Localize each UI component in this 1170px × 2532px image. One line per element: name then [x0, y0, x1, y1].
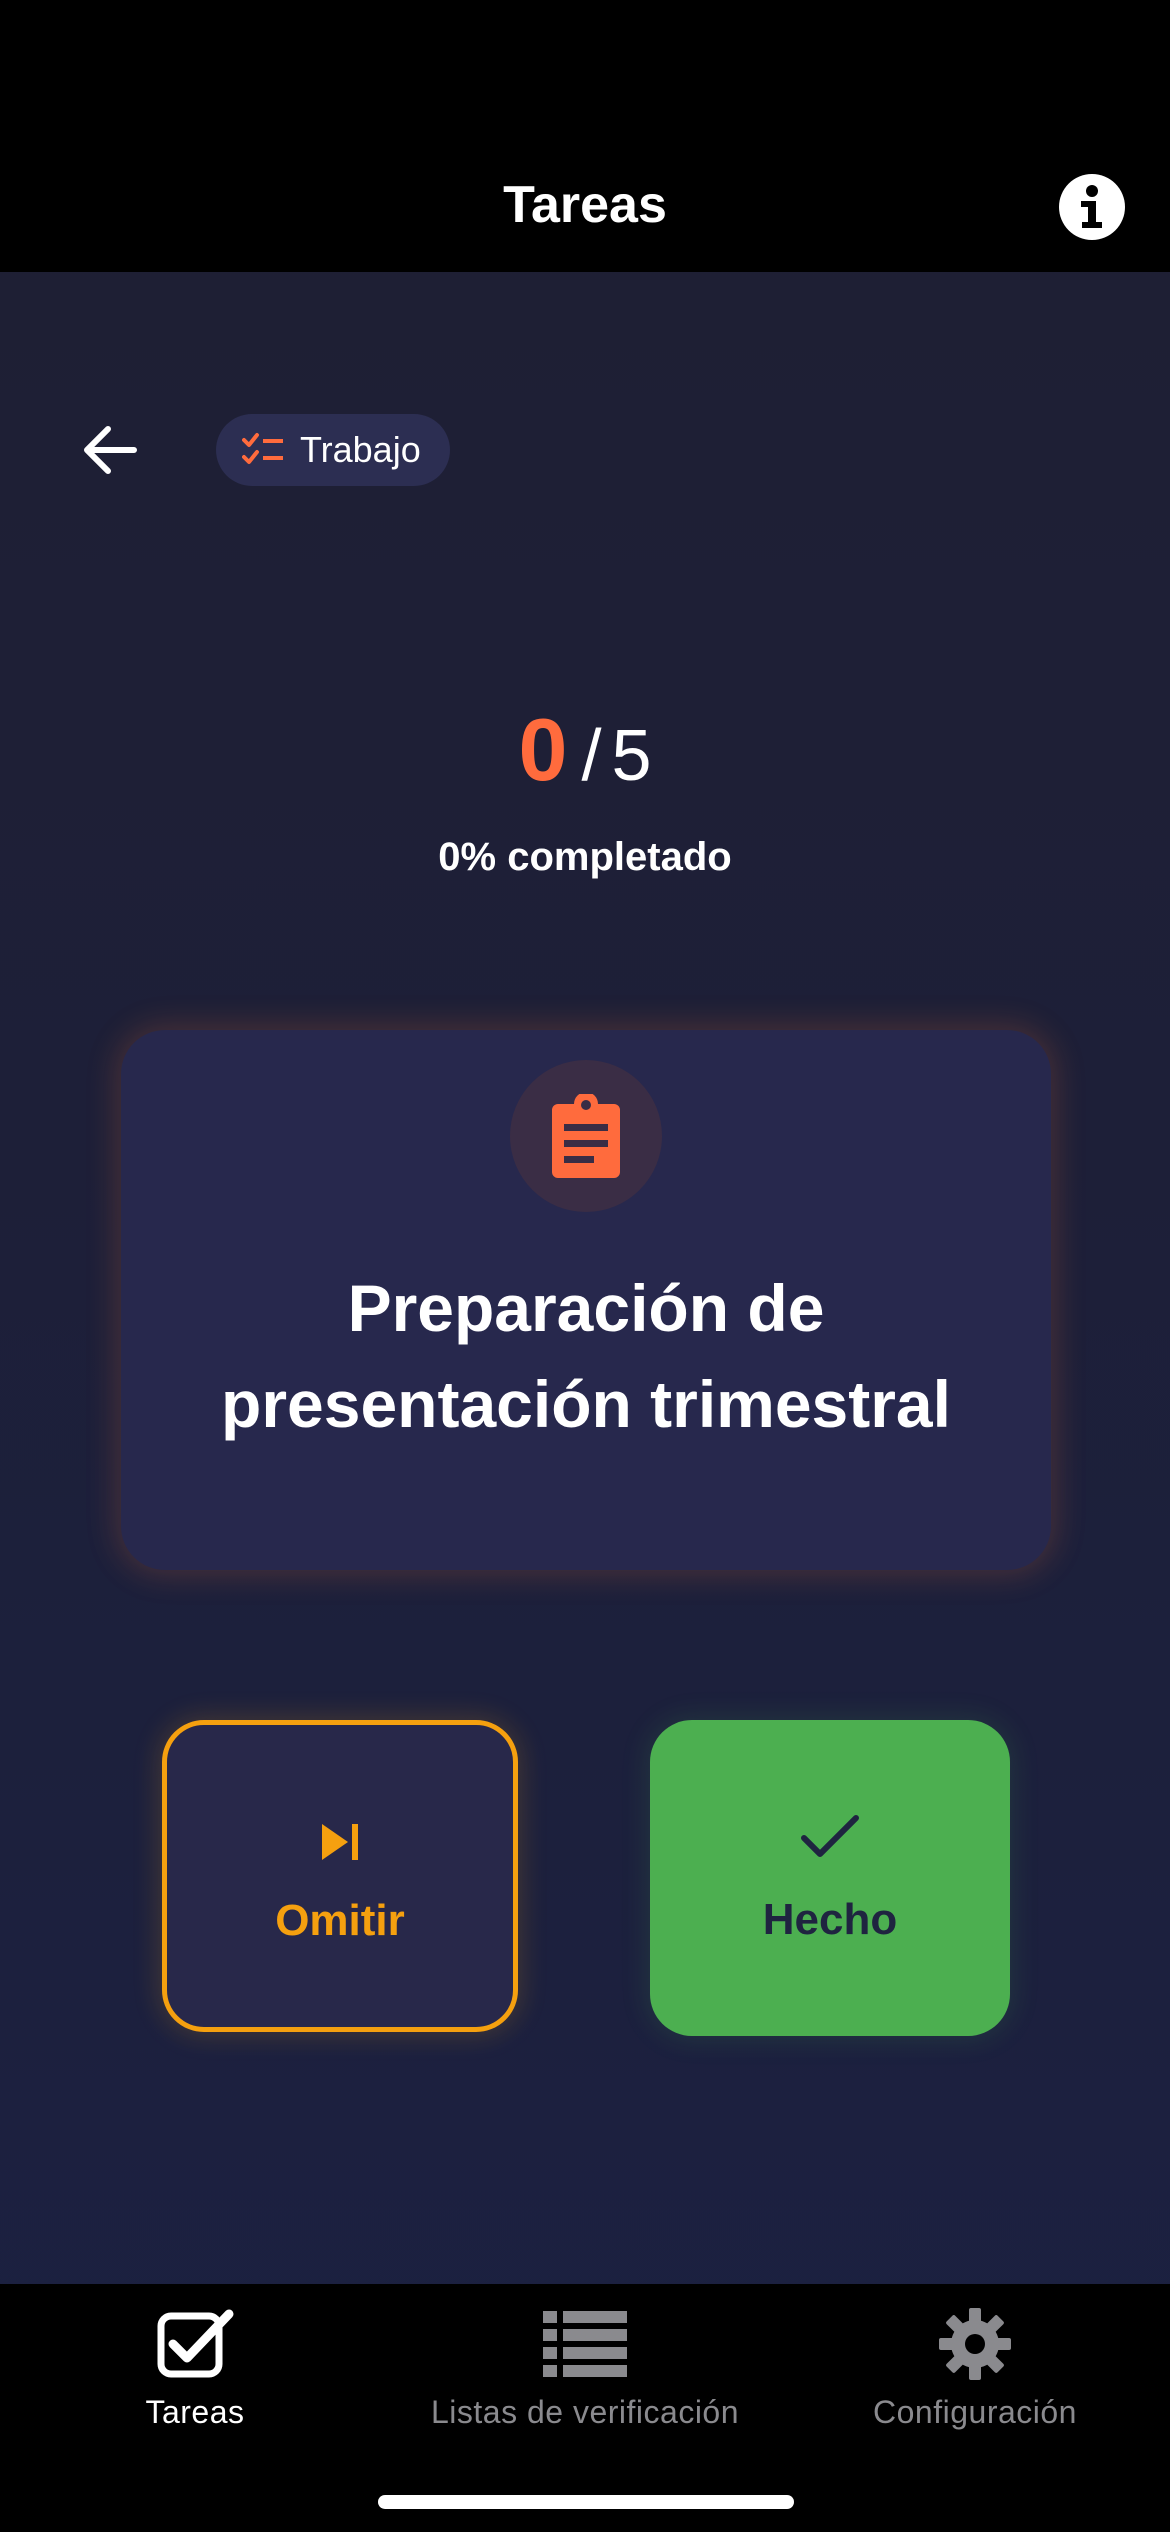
progress-summary: 0/5 0% completado — [0, 700, 1170, 882]
info-icon — [1081, 185, 1102, 228]
skip-label: Omitir — [275, 1896, 405, 1945]
count-separator: / — [581, 716, 602, 796]
home-indicator[interactable] — [378, 2495, 794, 2509]
nav-tab-tareas[interactable]: Tareas — [95, 2304, 295, 2432]
category-label: Trabajo — [300, 429, 421, 470]
task-screen: Tareas Trabajo 0/5 0% completado Prepara… — [0, 0, 1170, 2532]
nav-tab-configuracion[interactable]: Configuración — [845, 2304, 1105, 2432]
skip-next-icon — [167, 1817, 513, 1867]
checkbox-icon — [95, 2304, 295, 2384]
percent-completed: 0% completado — [438, 835, 732, 879]
nav-label-tareas: Tareas — [145, 2394, 245, 2430]
checkmark-icon — [650, 1812, 1010, 1862]
list-icon — [405, 2304, 765, 2384]
clipboard-icon — [552, 1094, 620, 1178]
checklist-icon — [242, 432, 284, 468]
task-title: Preparación de presentación trimestral — [221, 1271, 951, 1441]
progress-count: 0/5 — [0, 700, 1170, 806]
back-button[interactable] — [70, 410, 150, 490]
category-chip[interactable]: Trabajo — [216, 414, 450, 486]
info-button[interactable] — [1059, 174, 1125, 240]
done-label: Hecho — [762, 1895, 898, 1944]
total-count: 5 — [611, 716, 652, 796]
bottom-navigation: Tareas Listas de verificación Configurac… — [0, 2284, 1170, 2532]
arrow-left-icon — [84, 426, 137, 474]
top-app-bar: Tareas — [0, 0, 1170, 272]
done-button[interactable]: Hecho — [650, 1720, 1010, 2036]
gear-icon — [845, 2304, 1105, 2384]
nav-tab-listas[interactable]: Listas de verificación — [405, 2304, 765, 2432]
completed-count: 0 — [518, 700, 568, 799]
task-card: Preparación de presentación trimestral — [121, 1030, 1051, 1570]
page-title: Tareas — [503, 176, 667, 234]
task-icon-badge — [510, 1060, 662, 1212]
nav-label-configuracion: Configuración — [873, 2394, 1077, 2430]
skip-button[interactable]: Omitir — [162, 1720, 518, 2032]
nav-label-listas: Listas de verificación — [430, 2394, 740, 2430]
